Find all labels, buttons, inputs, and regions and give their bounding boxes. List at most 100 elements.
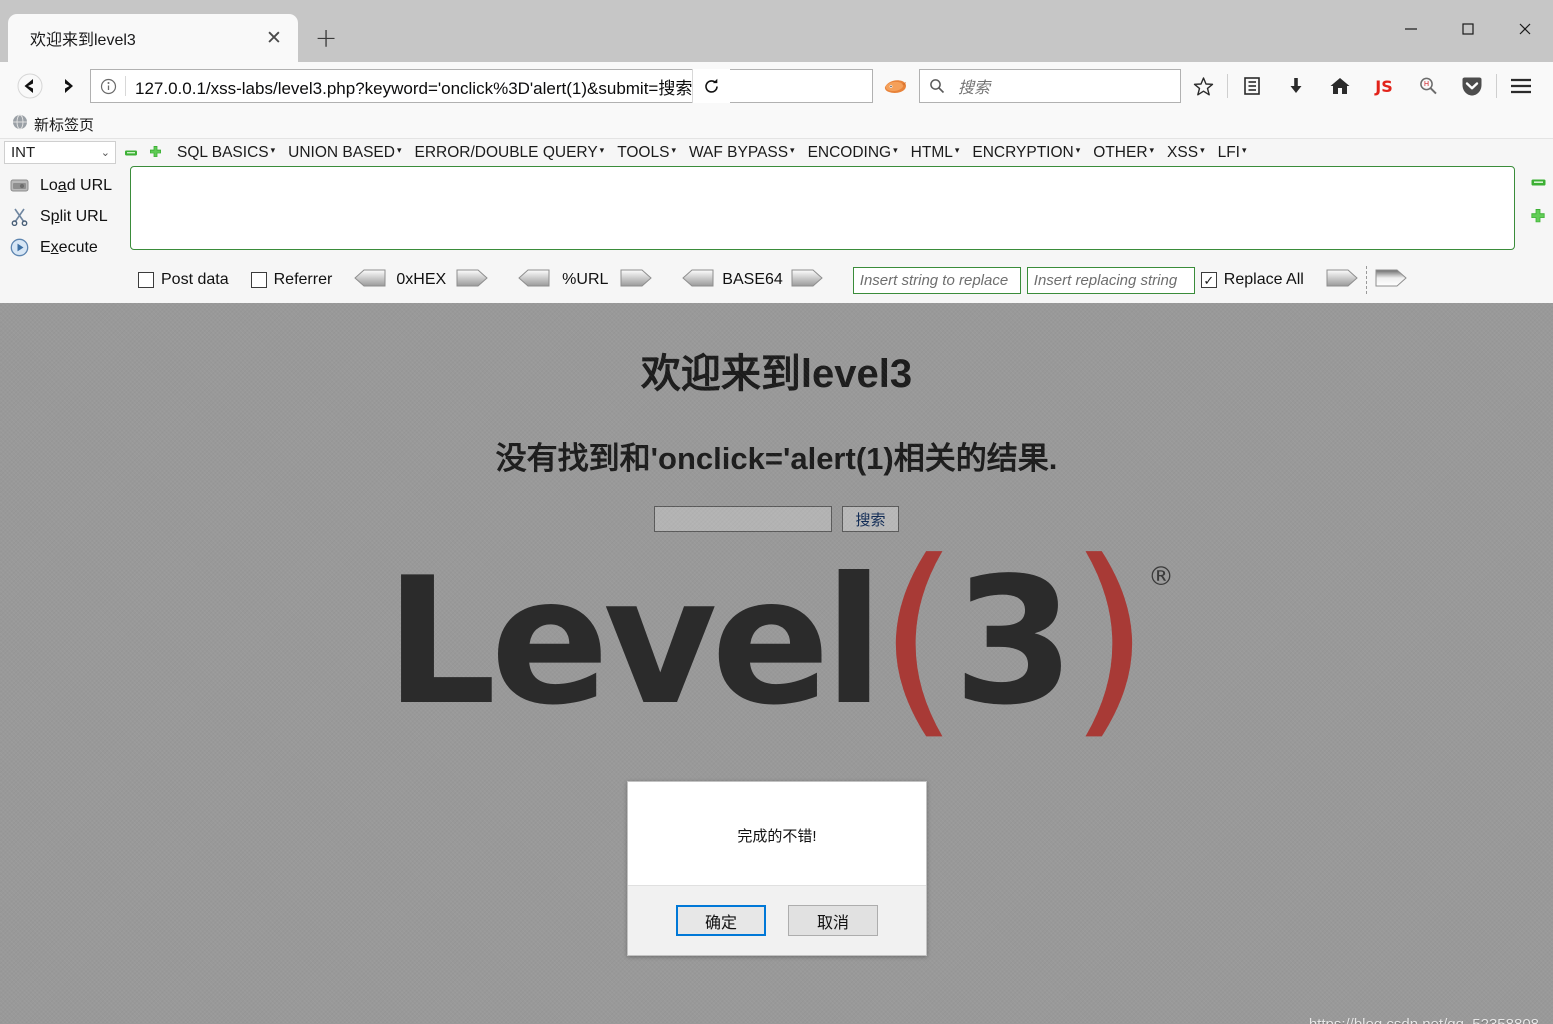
globe-icon bbox=[12, 114, 28, 135]
load-url-button[interactable]: Load URL bbox=[0, 170, 130, 201]
split-url-icon bbox=[8, 207, 30, 226]
hackbar-type-value: INT bbox=[11, 144, 36, 161]
hex-label: 0xHEX bbox=[396, 271, 447, 288]
forward-arrow-icon[interactable] bbox=[50, 69, 86, 103]
menu-label: OTHER bbox=[1093, 143, 1148, 161]
maximize-button[interactable] bbox=[1439, 0, 1496, 58]
chevron-down-icon: ▾ bbox=[599, 145, 605, 155]
menu-label: LFI bbox=[1217, 143, 1240, 161]
apply-replace-button[interactable] bbox=[1326, 268, 1358, 293]
hackbar-request-textarea[interactable] bbox=[130, 166, 1515, 250]
encode-base64-button[interactable] bbox=[791, 268, 823, 293]
hackbar-menu-waf-bypass[interactable]: WAF BYPASS ▾ bbox=[689, 144, 795, 162]
noscript-js-icon[interactable]: JS bbox=[1362, 69, 1406, 103]
chevron-down-icon: ▾ bbox=[1075, 145, 1081, 155]
apply-replace-all-button[interactable] bbox=[1375, 268, 1407, 293]
hackbar-menu-error-double-query[interactable]: ERROR/DOUBLE QUERY ▾ bbox=[414, 144, 604, 162]
library-icon[interactable] bbox=[1230, 69, 1274, 103]
hackbar-search-icon[interactable]: H bbox=[1406, 69, 1450, 103]
pocket-icon[interactable] bbox=[1450, 69, 1494, 103]
menu-label: SQL BASICS bbox=[177, 143, 269, 161]
browser-tab[interactable]: 欢迎来到level3 ✕ bbox=[8, 14, 298, 62]
decode-url-button[interactable] bbox=[518, 268, 550, 293]
encode-hex-button[interactable] bbox=[456, 268, 489, 293]
execute-button[interactable]: Execute bbox=[0, 232, 130, 263]
javascript-confirm-dialog: 完成的不错! 确定 取消 bbox=[627, 781, 927, 956]
hackbar-menu-tools[interactable]: TOOLS ▾ bbox=[617, 144, 676, 162]
referrer-checkbox[interactable] bbox=[250, 272, 267, 288]
encoder-url-group: %URL bbox=[518, 268, 653, 293]
replace-from-input[interactable]: Insert string to replace bbox=[852, 266, 1021, 294]
dialog-overlay: 完成的不错! 确定 取消 bbox=[0, 303, 1553, 1024]
close-button[interactable] bbox=[1496, 0, 1553, 58]
chevron-down-icon: ▾ bbox=[1242, 145, 1247, 155]
dialog-body: 完成的不错! bbox=[628, 782, 926, 885]
dialog-cancel-button[interactable]: 取消 bbox=[788, 905, 878, 936]
hackbar-menu-encryption[interactable]: ENCRYPTION ▾ bbox=[972, 144, 1080, 162]
bookmark-star-icon[interactable] bbox=[1181, 69, 1225, 103]
replace-all-label: Replace All bbox=[1223, 271, 1304, 288]
browser-window: 欢迎来到level3 ✕ + 127.0.0.1/xss-labs/level3… bbox=[0, 0, 1553, 1024]
encode-url-button[interactable] bbox=[620, 268, 653, 293]
hackbar-menu-encoding[interactable]: ENCODING ▾ bbox=[808, 144, 898, 162]
menu-label: TOOLS bbox=[617, 143, 670, 161]
hackbar-body: Load URL Split URL Execute bbox=[0, 166, 1553, 263]
replace-all-checkbox[interactable]: ✓ bbox=[1200, 272, 1217, 288]
chevron-down-icon: ▾ bbox=[954, 145, 960, 155]
dialog-confirm-button[interactable]: 确定 bbox=[676, 905, 766, 936]
replace-all-option[interactable]: ✓ Replace All bbox=[1200, 271, 1304, 289]
hackbar-menu-sql-basics[interactable]: SQL BASICS ▾ bbox=[177, 144, 275, 162]
toolbar-divider-2 bbox=[1496, 74, 1497, 98]
post-data-checkbox[interactable] bbox=[138, 272, 154, 288]
url-text[interactable]: 127.0.0.1/xss-labs/level3.php?keyword='o… bbox=[126, 74, 692, 99]
download-icon[interactable] bbox=[1274, 69, 1318, 103]
hackbar-side-buttons bbox=[1523, 166, 1553, 231]
remove-row-button[interactable] bbox=[1530, 174, 1547, 196]
hackbar-menu-html[interactable]: HTML ▾ bbox=[911, 144, 960, 162]
hackbar-menu-xss[interactable]: XSS ▾ bbox=[1167, 144, 1205, 162]
hackbar-menu-other[interactable]: OTHER ▾ bbox=[1093, 144, 1154, 162]
minimize-button[interactable] bbox=[1382, 0, 1439, 58]
search-icon bbox=[920, 78, 954, 94]
hackbar-minus-button[interactable] bbox=[122, 144, 140, 162]
window-controls bbox=[1382, 0, 1553, 58]
home-icon[interactable] bbox=[1318, 69, 1362, 103]
decode-base64-button[interactable] bbox=[682, 268, 714, 293]
add-row-button[interactable] bbox=[1529, 208, 1547, 231]
hackbar-actions: Load URL Split URL Execute bbox=[0, 166, 130, 263]
hackbar-menu-union-based[interactable]: UNION BASED ▾ bbox=[288, 144, 401, 162]
info-icon[interactable] bbox=[91, 78, 125, 95]
split-url-button[interactable]: Split URL bbox=[0, 201, 130, 232]
menu-label: ENCODING bbox=[807, 143, 892, 161]
hamburger-menu-icon[interactable] bbox=[1499, 69, 1543, 103]
hackbar-panel: INT ⌄ SQL BASICS ▾ UNION BASED ▾ ERROR/DOU… bbox=[0, 139, 1553, 303]
toolbar-divider bbox=[1227, 74, 1228, 98]
split-url-label: Split URL bbox=[40, 207, 108, 225]
hackbar-options-row: Post data Referrer 0xHEX %URL BASE64 Ins… bbox=[0, 263, 1553, 297]
referrer-option[interactable]: Referrer bbox=[250, 271, 332, 289]
new-tab-button[interactable]: + bbox=[306, 18, 346, 58]
chevron-down-icon: ▾ bbox=[790, 145, 795, 155]
chevron-down-icon: ▾ bbox=[1200, 145, 1205, 155]
chevron-down-icon: ▾ bbox=[893, 145, 898, 155]
hackbar-plus-button[interactable] bbox=[146, 144, 164, 162]
navigation-toolbar: 127.0.0.1/xss-labs/level3.php?keyword='o… bbox=[0, 62, 1553, 110]
search-input[interactable]: 搜索 bbox=[954, 74, 990, 98]
chevron-down-icon: ▾ bbox=[270, 145, 276, 155]
url-encode-label: %URL bbox=[562, 271, 609, 288]
search-bar[interactable]: 搜索 bbox=[919, 69, 1181, 103]
load-url-label: Load URL bbox=[40, 176, 113, 194]
firefox-fox-icon[interactable] bbox=[877, 75, 913, 97]
hackbar-type-select[interactable]: INT ⌄ bbox=[4, 141, 116, 164]
back-arrow-icon[interactable] bbox=[10, 69, 50, 103]
url-bar[interactable]: 127.0.0.1/xss-labs/level3.php?keyword='o… bbox=[90, 69, 873, 103]
tab-close-icon[interactable]: ✕ bbox=[260, 24, 288, 52]
reload-icon[interactable] bbox=[692, 69, 731, 103]
bookmarks-bar: 新标签页 bbox=[0, 110, 1553, 139]
decode-hex-button[interactable] bbox=[354, 268, 386, 293]
replace-to-input[interactable]: Insert replacing string bbox=[1026, 266, 1195, 294]
post-data-option[interactable]: Post data bbox=[138, 271, 229, 289]
toolbar-icon-group: JS H bbox=[1181, 69, 1543, 103]
hackbar-menu-lfi[interactable]: LFI ▾ bbox=[1218, 144, 1247, 162]
bookmark-item-newtab[interactable]: 新标签页 bbox=[6, 114, 100, 135]
